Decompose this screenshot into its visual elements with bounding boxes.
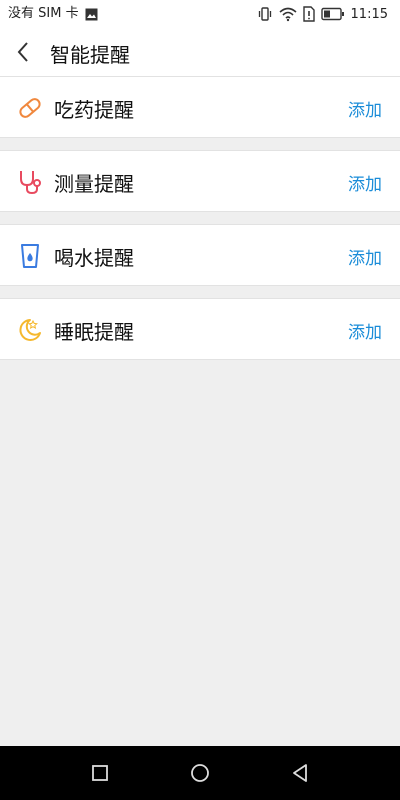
reminder-row-measure[interactable]: 测量提醒 添加 bbox=[0, 150, 400, 212]
status-right: 11:15 bbox=[251, 4, 388, 24]
moon-icon bbox=[19, 319, 41, 341]
add-measure-reminder-button[interactable]: 添加 bbox=[348, 170, 382, 195]
water-cup-icon bbox=[21, 244, 39, 268]
reminder-row-water[interactable]: 喝水提醒 添加 bbox=[0, 224, 400, 286]
recent-apps-icon[interactable] bbox=[88, 761, 112, 785]
battery-icon bbox=[320, 7, 344, 21]
clock-text: 11:15 bbox=[350, 6, 388, 22]
sim-alert-icon bbox=[302, 6, 315, 22]
reminder-row-medicine[interactable]: 吃药提醒 添加 bbox=[0, 76, 400, 138]
wifi-icon bbox=[279, 7, 297, 22]
app-bar: 智能提醒 bbox=[0, 28, 400, 76]
add-sleep-reminder-button[interactable]: 添加 bbox=[348, 318, 382, 343]
vibrate-icon bbox=[258, 7, 271, 21]
reminder-label: 喝水提醒 bbox=[54, 246, 134, 270]
section-gap bbox=[0, 286, 400, 298]
section-gap bbox=[0, 138, 400, 150]
nav-back-icon[interactable] bbox=[288, 761, 312, 785]
reminder-row-sleep[interactable]: 睡眠提醒 添加 bbox=[0, 298, 400, 360]
pill-icon bbox=[19, 98, 41, 118]
system-nav-bar bbox=[0, 746, 400, 800]
carrier-text: 没有 SIM 卡 bbox=[8, 6, 79, 21]
reminder-label: 吃药提醒 bbox=[54, 98, 134, 122]
status-bar: 没有 SIM 卡 11:15 bbox=[0, 0, 400, 28]
add-water-reminder-button[interactable]: 添加 bbox=[348, 244, 382, 269]
home-icon[interactable] bbox=[188, 761, 212, 785]
image-icon bbox=[85, 8, 98, 20]
stethoscope-icon bbox=[20, 171, 41, 195]
add-medicine-reminder-button[interactable]: 添加 bbox=[348, 96, 382, 121]
reminder-label: 测量提醒 bbox=[54, 172, 134, 196]
status-left: 没有 SIM 卡 bbox=[8, 5, 98, 23]
page-title: 智能提醒 bbox=[50, 43, 130, 67]
section-gap bbox=[0, 212, 400, 224]
back-arrow-icon[interactable] bbox=[12, 40, 36, 64]
reminder-label: 睡眠提醒 bbox=[54, 320, 134, 344]
